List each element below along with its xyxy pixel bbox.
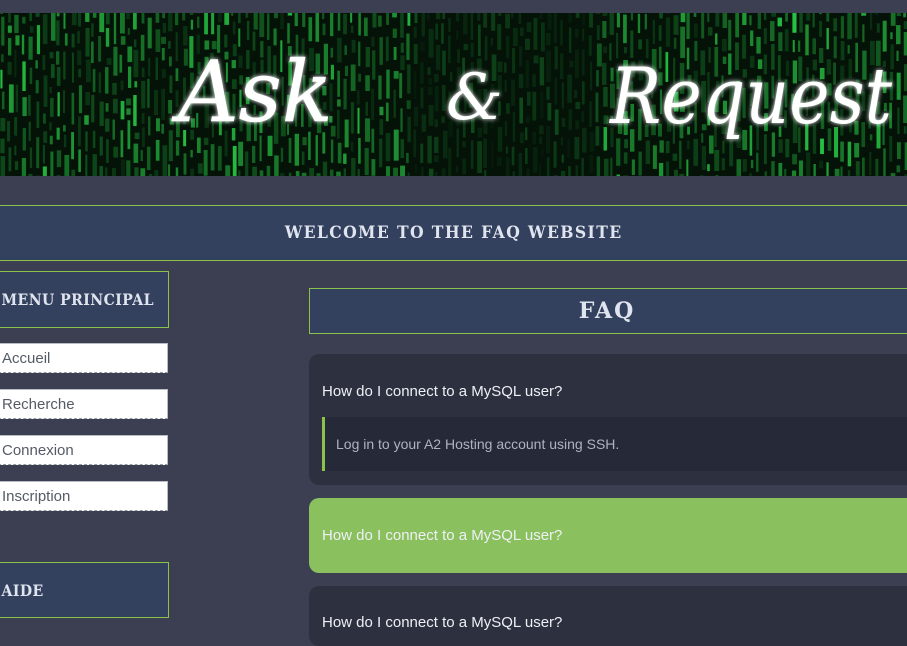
logo-text-request: Request (608, 52, 892, 142)
menu-item-inscription[interactable]: Inscription (0, 481, 168, 511)
faq-question[interactable]: How do I connect to a MySQL user? (309, 586, 907, 631)
faq-item-highlighted[interactable]: How do I connect to a MySQL user? (309, 498, 907, 573)
faq-question[interactable]: How do I connect to a MySQL user? (309, 498, 907, 544)
menu-item-label: Inscription (0, 488, 70, 505)
help-heading: Aide (0, 562, 169, 618)
faq-title: FAQ (579, 298, 644, 324)
logo-text-ask: Ask (171, 43, 333, 141)
main-menu-heading: Menu Principal (0, 271, 169, 328)
menu-item-recherche[interactable]: Recherche (0, 389, 168, 419)
faq-item[interactable]: How do I connect to a MySQL user? (309, 586, 907, 646)
menu-item-accueil[interactable]: Accueil (0, 343, 168, 373)
top-bar (0, 0, 907, 13)
welcome-banner: Welcome to the FAQ website (0, 205, 907, 261)
header-banner: Ask & Request (0, 13, 907, 176)
menu-item-label: Connexion (0, 442, 74, 459)
help-title: Aide (0, 581, 44, 600)
site-logo: Ask & Request (0, 13, 907, 176)
logo-text-ampersand: & (446, 61, 503, 135)
menu-item-label: Accueil (0, 350, 50, 367)
faq-heading: FAQ (309, 288, 907, 334)
faq-item[interactable]: How do I connect to a MySQL user? Log in… (309, 354, 907, 485)
welcome-text: Welcome to the FAQ website (285, 223, 623, 243)
main-menu-title: Menu Principal (0, 290, 154, 309)
menu-item-label: Recherche (0, 396, 75, 413)
faq-answer: Log in to your A2 Hosting account using … (322, 417, 907, 471)
faq-question[interactable]: How do I connect to a MySQL user? (309, 354, 907, 400)
faq-answer-text: Log in to your A2 Hosting account using … (325, 436, 619, 452)
menu-item-connexion[interactable]: Connexion (0, 435, 168, 465)
